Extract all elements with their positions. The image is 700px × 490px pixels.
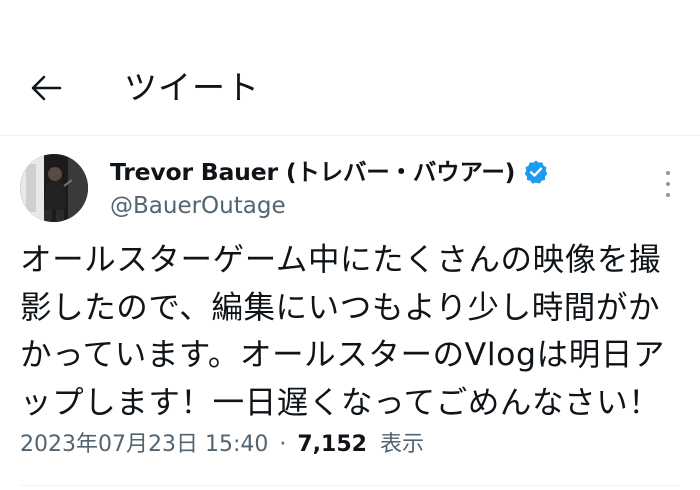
- arrow-left-icon: [31, 75, 62, 101]
- top-bar: ツイート: [0, 40, 700, 136]
- author-handle[interactable]: @BauerOutage: [110, 191, 286, 221]
- tweet-meta: 2023年07月23日 15:40 · 7,152 表示: [20, 430, 424, 460]
- back-button[interactable]: [26, 66, 66, 110]
- author-name-row[interactable]: Trevor Bauer (トレバー・バウアー): [110, 157, 549, 187]
- avatar-photo: [20, 154, 88, 222]
- verified-badge-icon: [523, 159, 549, 185]
- tweet: Trevor Bauer (トレバー・バウアー) @BauerOutage オー…: [0, 137, 700, 490]
- page-title: ツイート: [124, 68, 260, 107]
- tweet-text: オールスターゲーム中にたくさんの映像を撮 影したので、編集にいつもより少し時間が…: [20, 242, 666, 421]
- view-label: 表示: [379, 432, 424, 457]
- divider: [20, 485, 680, 486]
- avatar[interactable]: [20, 154, 88, 222]
- more-options-button[interactable]: [658, 171, 678, 197]
- tweet-timestamp[interactable]: 2023年07月23日 15:40: [20, 432, 268, 457]
- author-display-name[interactable]: Trevor Bauer (トレバー・バウアー): [110, 157, 515, 187]
- view-count: 7,152: [297, 432, 367, 457]
- more-dot: [666, 182, 670, 186]
- more-dot: [666, 193, 670, 197]
- meta-separator: ·: [279, 432, 287, 457]
- more-vertical-icon: [666, 171, 670, 175]
